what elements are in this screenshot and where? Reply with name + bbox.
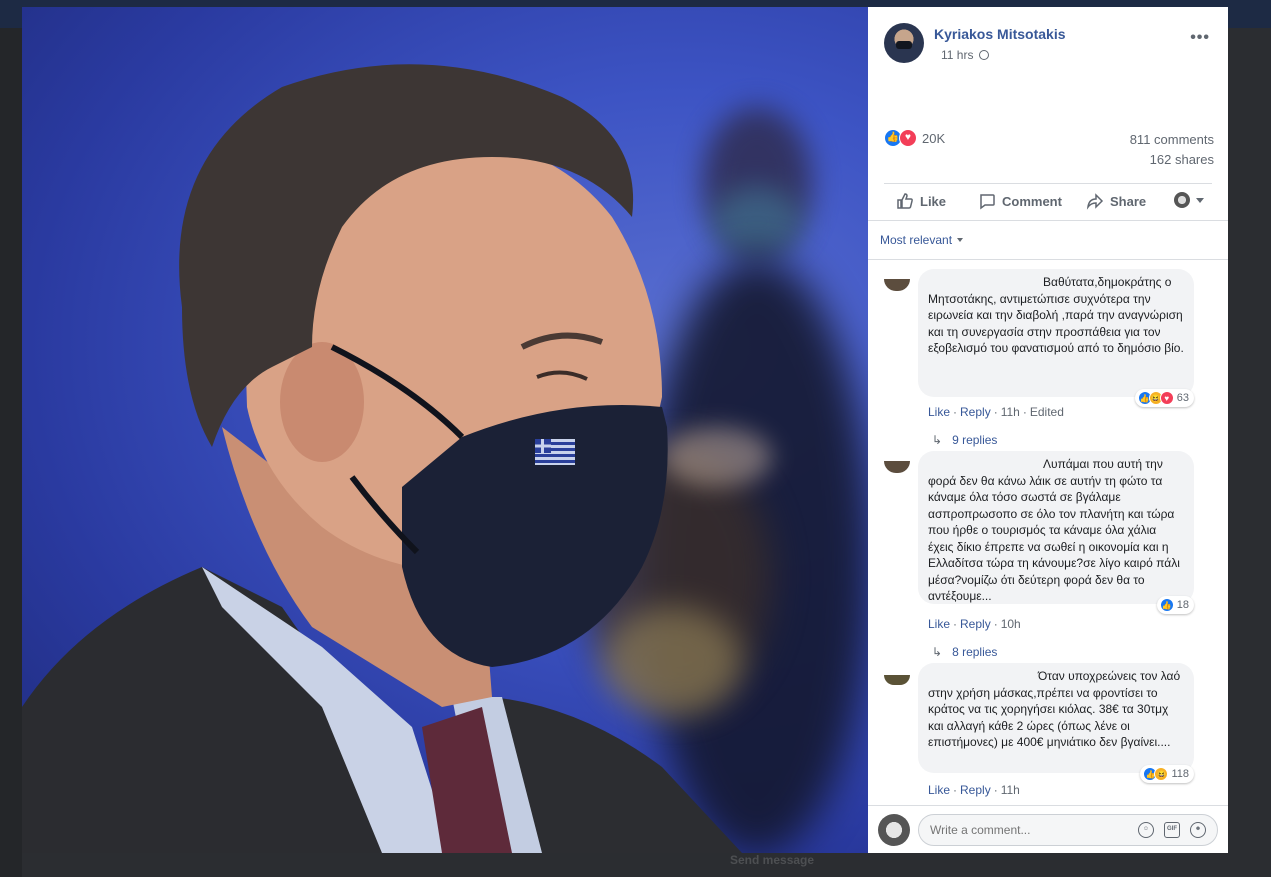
post-action-bar: Like Comment Share xyxy=(884,183,1212,221)
author-avatar[interactable] xyxy=(884,23,924,63)
photo-lightbox: Kyriakos Mitsotakis 11 hrs ••• 👍 ♥ 20K 8… xyxy=(22,7,1228,853)
love-reaction-icon: ♥ xyxy=(899,129,917,147)
more-options-icon[interactable]: ••• xyxy=(1190,29,1210,47)
comment-text: Όταν υποχρεώνεις τον λαό στην χρήση μάσκ… xyxy=(928,669,1181,749)
comment-reaction-count: 18 xyxy=(1176,598,1189,611)
comment-bubble: Όταν υποχρεώνεις τον λαό στην χρήση μάσκ… xyxy=(918,663,1194,783)
replies-count: 9 replies xyxy=(952,433,998,447)
comment-bubble: Λυπάμαι που αυτή την φορά δεν θα κάνω λά… xyxy=(918,451,1194,614)
commenter-avatar[interactable] xyxy=(884,461,910,473)
comment-time[interactable]: 11h xyxy=(1001,783,1020,797)
composer-tools: ☺ GIF ☻ xyxy=(1138,822,1206,838)
portrait-illustration xyxy=(22,64,742,853)
comment-reply-link[interactable]: Reply xyxy=(960,617,991,631)
commenter-avatar[interactable] xyxy=(884,675,910,685)
post-header: Kyriakos Mitsotakis 11 hrs ••• xyxy=(884,23,1214,65)
comment-button[interactable]: Comment xyxy=(978,192,1062,210)
comment-label: Comment xyxy=(1002,193,1062,209)
replies-count: 8 replies xyxy=(952,645,998,659)
comment-bubble-icon xyxy=(980,194,995,210)
comment-like-link[interactable]: Like xyxy=(928,405,950,419)
like-label: Like xyxy=(920,193,947,209)
comment-reaction-count: 118 xyxy=(1171,767,1189,780)
comment-actions: Like · Reply · 10h xyxy=(928,617,1021,631)
reaction-summary: 👍 ♥ 20K 811 comments 162 shares xyxy=(884,129,1214,173)
post-time[interactable]: 11 hrs xyxy=(941,48,973,62)
sticker-icon[interactable]: ☻ xyxy=(1190,822,1206,838)
globe-icon xyxy=(979,50,990,60)
gif-icon[interactable]: GIF xyxy=(1164,822,1180,838)
sort-comments-dropdown[interactable]: Most relevant xyxy=(880,233,963,247)
divider xyxy=(868,259,1228,260)
like-reaction-icon: 👍 xyxy=(1159,598,1174,612)
post-meta: 11 hrs xyxy=(941,48,990,62)
react-as-page-selector[interactable] xyxy=(1174,192,1204,208)
comment-text: Βαθύτατα,δημοκράτης ο Μητσοτάκης, αντιμε… xyxy=(928,275,1184,355)
comment-actions: Like · Reply · 11h xyxy=(928,783,1020,797)
comment-reply-link[interactable]: Reply xyxy=(960,405,991,419)
view-replies-link[interactable]: ↳ 8 replies xyxy=(932,645,997,659)
shares-count[interactable]: 162 shares xyxy=(1150,152,1214,167)
comments-count[interactable]: 811 comments xyxy=(1130,132,1214,147)
greek-flag-emblem xyxy=(535,439,575,465)
reply-arrow-icon: ↳ xyxy=(932,645,943,659)
reaction-count[interactable]: 20K xyxy=(922,131,945,146)
post-photo[interactable] xyxy=(22,7,868,853)
comment-like-link[interactable]: Like xyxy=(928,617,950,631)
view-replies-link[interactable]: ↳ 9 replies xyxy=(932,433,997,447)
comment-actions: Like · Reply · 11h · Edited xyxy=(928,405,1064,419)
emoji-icon[interactable]: ☺ xyxy=(1138,822,1154,838)
commenter-avatar[interactable] xyxy=(884,279,910,291)
page-avatar-icon xyxy=(1174,192,1190,208)
background-sidebar xyxy=(0,28,22,877)
viewer-avatar[interactable] xyxy=(878,814,910,846)
comment-edited: Edited xyxy=(1029,405,1064,419)
post-side-panel: Kyriakos Mitsotakis 11 hrs ••• 👍 ♥ 20K 8… xyxy=(868,7,1228,853)
comment-reactions[interactable]: 👍 😆 118 xyxy=(1140,765,1194,783)
comment-composer: ☺ GIF ☻ xyxy=(868,805,1228,853)
comment-time[interactable]: 10h xyxy=(1001,617,1021,631)
comment-reply-link[interactable]: Reply xyxy=(960,783,991,797)
reply-arrow-icon: ↳ xyxy=(932,433,943,447)
share-arrow-icon xyxy=(1086,193,1104,210)
comment-reactions[interactable]: 👍 😆 ♥ 63 xyxy=(1134,389,1194,407)
comment-reaction-count: 63 xyxy=(1176,391,1189,404)
comment-bubble: Βαθύτατα,δημοκράτης ο Μητσοτάκης, αντιμε… xyxy=(918,269,1194,407)
background-send-message: Send message xyxy=(730,853,815,867)
share-label: Share xyxy=(1110,193,1147,209)
haha-reaction-icon: 😆 xyxy=(1154,767,1169,781)
comment-reactions[interactable]: 👍 18 xyxy=(1156,596,1194,614)
divider xyxy=(868,220,1228,221)
chevron-down-icon xyxy=(1196,197,1204,203)
author-name[interactable]: Kyriakos Mitsotakis xyxy=(934,26,1066,42)
share-button[interactable]: Share xyxy=(1086,192,1146,210)
thumbs-up-icon xyxy=(897,193,913,209)
love-reaction-icon: ♥ xyxy=(1159,391,1174,405)
like-button[interactable]: Like xyxy=(896,192,946,210)
comment-text: Λυπάμαι που αυτή την φορά δεν θα κάνω λά… xyxy=(928,457,1180,603)
comment-like-link[interactable]: Like xyxy=(928,783,950,797)
comment-time[interactable]: 11h xyxy=(1001,405,1020,419)
